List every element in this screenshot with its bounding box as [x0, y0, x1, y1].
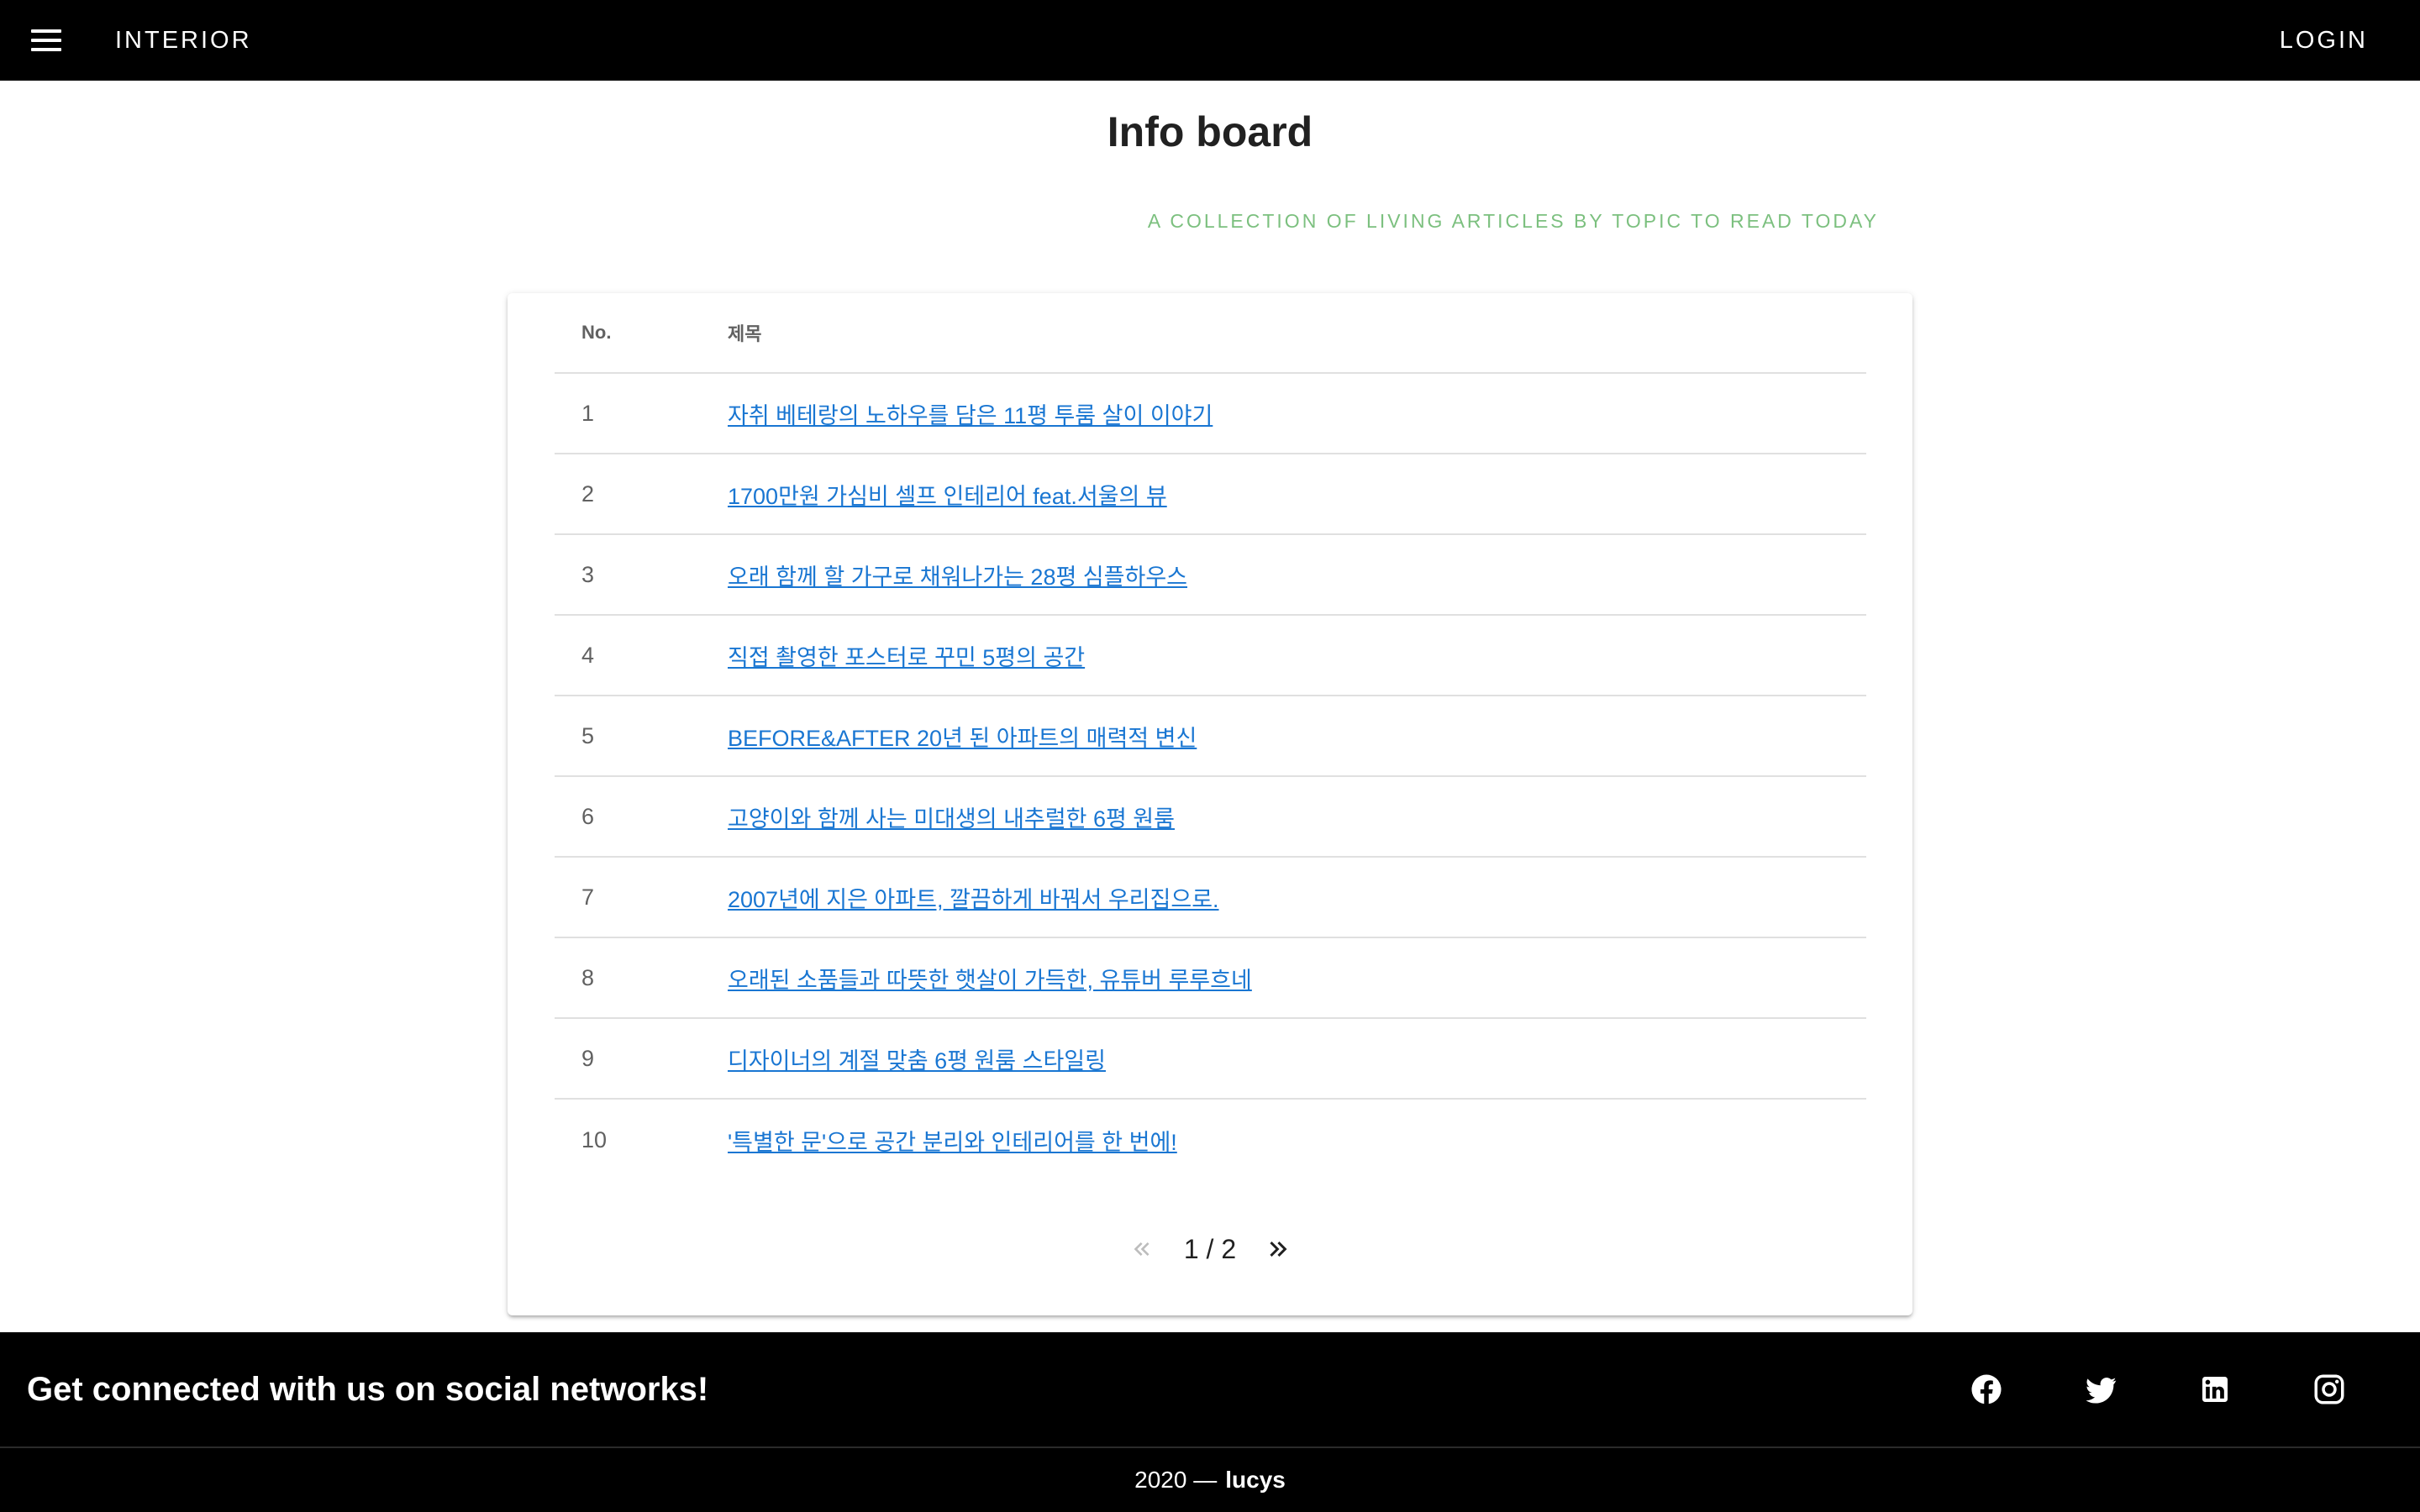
board-table: No. 제목 1 자취 베테랑의 노하우를 담은 11평 투룸 살이 이야기 2…	[555, 293, 1866, 1180]
table-row: 1 자취 베테랑의 노하우를 담은 11평 투룸 살이 이야기	[555, 374, 1866, 454]
table-row: 9 디자이너의 계절 맞춤 6평 원룸 스타일링	[555, 1019, 1866, 1100]
row-number: 4	[581, 642, 595, 668]
row-number: 1	[581, 400, 595, 426]
table-row: 3 오래 함께 할 가구로 채워나가는 28평 심플하우스	[555, 535, 1866, 616]
table-row: 8 오래된 소품들과 따뜻한 햇살이 가득한, 유튜버 루루흐네	[555, 938, 1866, 1019]
table-row: 10 '특별한 문'으로 공간 분리와 인테리어를 한 번에!	[555, 1100, 1866, 1180]
row-number: 6	[581, 803, 595, 829]
row-number: 3	[581, 561, 595, 587]
row-number: 10	[581, 1126, 608, 1152]
row-number: 5	[581, 722, 595, 748]
copyright-name: lucys	[1225, 1467, 1286, 1493]
table-row: 4 직접 촬영한 포스터로 꾸민 5평의 공간	[555, 616, 1866, 696]
table-header: No. 제목	[555, 293, 1866, 374]
double-chevron-right-icon[interactable]	[1255, 1226, 1302, 1273]
article-link[interactable]: 오래 함께 할 가구로 채워나가는 28평 심플하우스	[728, 564, 1187, 590]
page-title: Info board	[1107, 108, 1313, 155]
brand-title: INTERIOR	[115, 26, 252, 54]
footer-social-bar: Get connected with us on social networks…	[0, 1332, 2420, 1448]
article-link[interactable]: 오래된 소품들과 따뜻한 햇살이 가득한, 유튜버 루루흐네	[728, 968, 1252, 993]
linkedin-icon[interactable]	[2191, 1366, 2238, 1413]
table-row: 6 고양이와 함께 사는 미대생의 내추럴한 6평 원룸	[555, 777, 1866, 858]
twitter-icon[interactable]	[2077, 1366, 2124, 1413]
article-link[interactable]: 디자이너의 계절 맞춤 6평 원룸 스타일링	[728, 1048, 1106, 1074]
footer-copyright: 2020 — lucys	[0, 1448, 2420, 1512]
article-link[interactable]: '특별한 문'으로 공간 분리와 인테리어를 한 번에!	[728, 1130, 1177, 1155]
article-link[interactable]: 직접 촬영한 포스터로 꾸민 5평의 공간	[728, 645, 1085, 670]
article-link[interactable]: 2007년에 지은 아파트, 깔끔하게 바꿔서 우리집으로.	[728, 887, 1219, 912]
login-button[interactable]: LOGIN	[2280, 0, 2368, 81]
instagram-icon[interactable]	[2306, 1366, 2353, 1413]
social-links	[1963, 1332, 2420, 1446]
column-header-title: 제목	[728, 323, 762, 344]
copyright-year: 2020 —	[1134, 1467, 1218, 1493]
table-row: 5 BEFORE&AFTER 20년 된 아파트의 매력적 변신	[555, 696, 1866, 777]
footer-message: Get connected with us on social networks…	[27, 1370, 709, 1408]
board-card: No. 제목 1 자취 베테랑의 노하우를 담은 11평 투룸 살이 이야기 2…	[508, 293, 1912, 1315]
row-number: 7	[581, 884, 595, 910]
article-link[interactable]: 1700만원 가심비 셀프 인테리어 feat.서울의 뷰	[728, 484, 1167, 509]
column-header-no: No.	[581, 322, 612, 343]
row-number: 9	[581, 1045, 595, 1071]
article-link[interactable]: 자취 베테랑의 노하우를 담은 11평 투룸 살이 이야기	[728, 403, 1213, 428]
row-number: 2	[581, 480, 595, 507]
pagination: 1 / 2	[508, 1226, 1912, 1273]
menu-icon[interactable]	[23, 17, 70, 64]
top-app-bar: INTERIOR LOGIN	[0, 0, 2420, 81]
table-row: 7 2007년에 지은 아파트, 깔끔하게 바꿔서 우리집으로.	[555, 858, 1866, 938]
article-link[interactable]: BEFORE&AFTER 20년 된 아파트의 매력적 변신	[728, 726, 1197, 751]
facebook-icon[interactable]	[1963, 1366, 2010, 1413]
article-link[interactable]: 고양이와 함께 사는 미대생의 내추럴한 6평 원룸	[728, 806, 1175, 832]
double-chevron-left-icon[interactable]	[1118, 1226, 1165, 1273]
page-subtitle: A COLLECTION OF LIVING ARTICLES BY TOPIC…	[1147, 210, 1879, 232]
table-row: 2 1700만원 가심비 셀프 인테리어 feat.서울의 뷰	[555, 454, 1866, 535]
page-indicator: 1 / 2	[1183, 1233, 1237, 1264]
row-number: 8	[581, 964, 595, 990]
